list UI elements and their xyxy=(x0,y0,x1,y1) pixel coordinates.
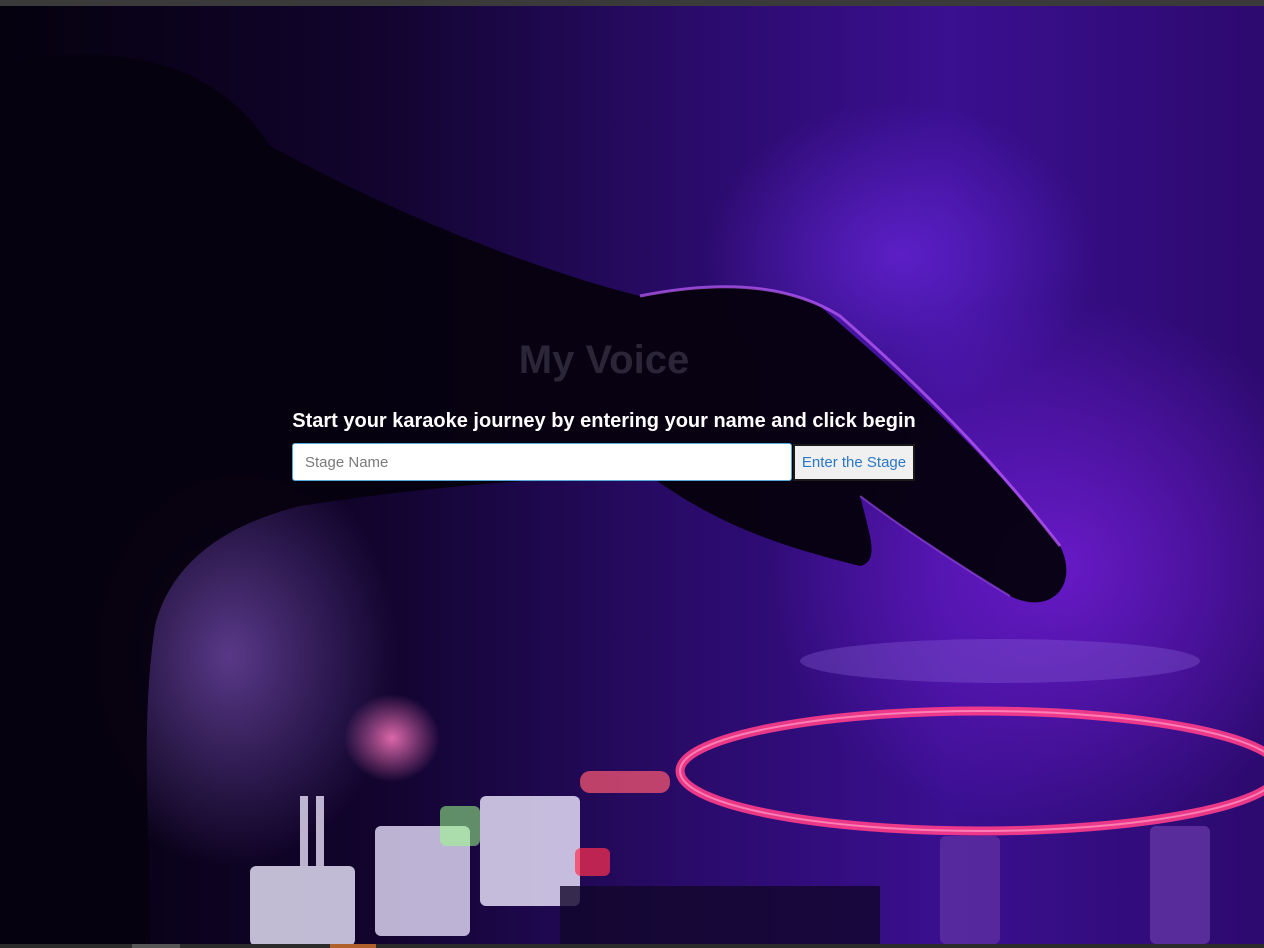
browser-bottom-edge xyxy=(0,944,1264,948)
instruction-text: Start your karaoke journey by entering y… xyxy=(292,410,916,432)
landing-page: My Voice Start your karaoke journey by e… xyxy=(0,0,1264,948)
taskbar-segment xyxy=(132,944,180,948)
page-title: My Voice xyxy=(518,338,690,382)
browser-top-edge xyxy=(0,0,1264,6)
stage-name-form: Enter the Stage xyxy=(292,443,916,483)
enter-stage-button[interactable]: Enter the Stage xyxy=(793,444,915,481)
taskbar-segment-active xyxy=(330,944,376,948)
stage-name-input[interactable] xyxy=(292,443,792,481)
